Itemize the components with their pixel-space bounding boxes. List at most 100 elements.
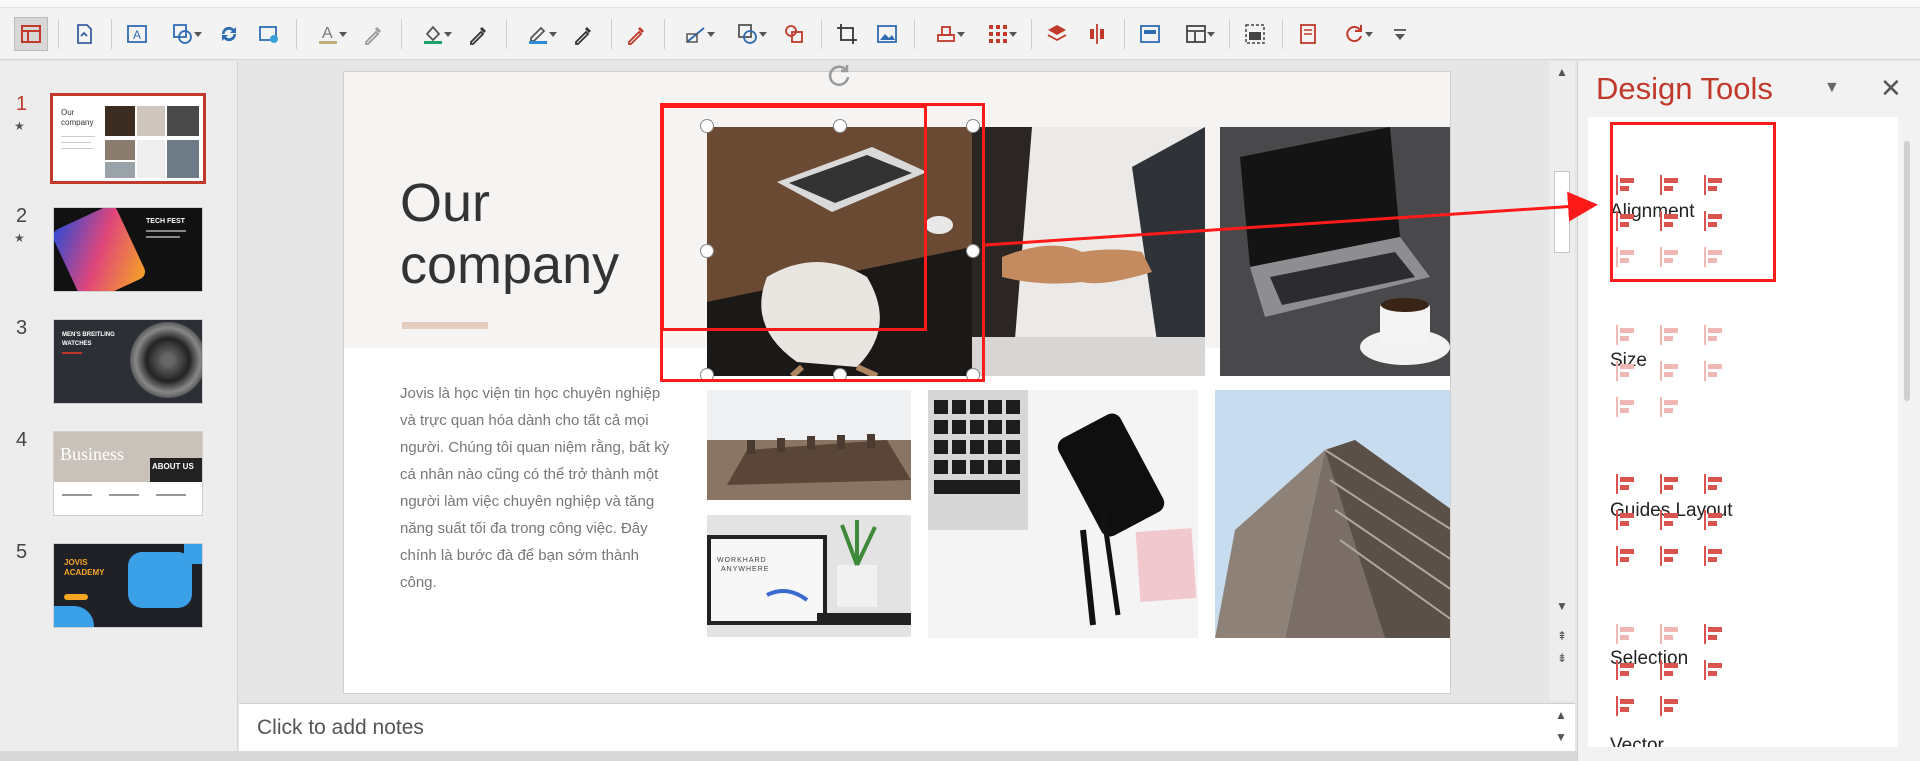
photo-laptop-coffee[interactable] [1220,127,1450,376]
next-slide-icon[interactable]: ⇟ [1555,651,1569,665]
slide-preview: TECH FEST [53,207,203,292]
picture-icon[interactable] [870,17,904,51]
slide-layout-icon[interactable] [1133,17,1167,51]
guide-fit-horizontal-icon[interactable] [1612,542,1640,570]
photo-conference-room[interactable] [707,390,911,500]
picture-red-frame [660,103,985,382]
slide-number: 3 [16,317,28,339]
layers-icon[interactable] [1040,17,1074,51]
select-grouped-icon[interactable] [1612,692,1640,720]
match-width-icon[interactable] [1612,357,1640,385]
pane-title: Design Tools [1596,71,1773,106]
shape-fill-icon[interactable] [725,17,771,51]
cursor-arrow-icon[interactable] [1700,656,1728,684]
notes-icon[interactable] [1291,17,1325,51]
guide-center-icon[interactable] [1656,470,1684,498]
match-height-icon[interactable] [1656,357,1684,385]
text-eyedropper-icon[interactable] [357,17,391,51]
slide-thumbnail-3[interactable]: 3 MEN'S BREITLING WATCHES [0,297,238,407]
guide-fit-all-icon[interactable] [1700,542,1728,570]
template-icon[interactable] [1173,17,1219,51]
select-similar-icon[interactable] [1656,620,1684,648]
select-behind-icon[interactable] [1612,656,1640,684]
preview-text: MEN'S BREITLING [62,332,115,338]
slide-thumbnail-5[interactable]: 5 JOVIS ACADEMY [0,521,238,631]
slide-title[interactable]: Our company [400,172,619,296]
outline-eyedropper-icon[interactable] [567,17,601,51]
toolbar-separator [1124,18,1125,49]
guide-down-icon[interactable] [1700,506,1728,534]
photo-building[interactable] [1215,390,1450,638]
title-strip [0,0,1920,8]
fit-height-icon[interactable] [1612,393,1640,421]
rotate-handle-icon[interactable] [826,62,854,90]
fill-eyedropper-icon[interactable] [462,17,496,51]
preview-text: WATCHES [62,341,92,347]
preview-text: Business [60,444,125,464]
notes-placeholder: Click to add notes [257,716,424,739]
notes-scroll-up-icon[interactable]: ▲ [1555,708,1567,722]
photo-laptop-plant[interactable]: WORKHARD ANYWHERE [707,515,911,637]
select-front-icon[interactable] [1656,656,1684,684]
preview-text: ACADEMY [64,568,105,577]
layout-icon[interactable] [14,16,48,51]
screenshot-icon[interactable] [1238,17,1272,51]
text-box-icon[interactable]: A [120,17,154,51]
slide-preview: MEN'S BREITLING WATCHES [53,319,203,404]
photo-keyboard-phone[interactable] [928,390,1198,638]
slide-thumbnail-2[interactable]: 2 ★ TECH FEST [0,185,238,295]
slide-preview: Our company [50,93,206,184]
select-same-icon[interactable] [1612,620,1640,648]
magic-wand-icon[interactable] [1700,620,1728,648]
select-overlap-icon[interactable] [1656,692,1684,720]
preview-text: Our [61,108,75,117]
guide-middle-icon[interactable] [1656,506,1684,534]
scroll-up-icon[interactable]: ▲ [1555,65,1569,79]
pane-scrollbar[interactable] [1904,141,1910,401]
title-line: Our [400,173,491,233]
export-icon[interactable] [67,17,101,51]
line-tool-icon[interactable] [673,17,719,51]
same-size-icon[interactable] [1700,321,1728,349]
color-picker-icon[interactable] [620,17,654,51]
photo-handshake[interactable] [972,127,1205,376]
outline-color-icon[interactable] [515,17,561,51]
distribute-icon[interactable] [1080,17,1114,51]
preview-text: JOVIS [64,558,88,567]
slide-vertical-scrollbar[interactable]: ▲ ▼ ⇞ ⇟ [1549,61,1575,701]
guide-left-icon[interactable] [1612,470,1640,498]
crop-icon[interactable] [830,17,864,51]
slide-body-text[interactable]: Jovis là học viện tin học chuyên nghiệp … [400,380,670,596]
preview-text: TECH FEST [146,218,185,225]
guide-fit-vertical-icon[interactable] [1656,542,1684,570]
guide-up-icon[interactable] [1612,506,1640,534]
scroll-down-icon[interactable]: ▼ [1555,599,1569,613]
toolbar-separator [611,18,612,49]
update-icon[interactable] [1331,17,1377,51]
alignment-highlight-box [1610,122,1776,282]
fit-width-icon[interactable] [1656,393,1684,421]
more-options-icon[interactable] [1383,17,1417,51]
pane-options-dropdown-icon[interactable]: ▼ [1824,79,1840,97]
same-width-icon[interactable] [1612,321,1640,349]
pane-close-icon[interactable]: ✕ [1880,73,1902,104]
swap-size-icon[interactable] [1700,357,1728,385]
previous-slide-icon[interactable]: ⇞ [1555,629,1569,643]
shape-combine-icon[interactable] [777,17,811,51]
same-height-icon[interactable] [1656,321,1684,349]
photo-conference-room-art [707,390,911,500]
font-color-icon[interactable]: A [305,17,351,51]
notes-area[interactable]: Click to add notes ▲ ▼ [239,703,1575,751]
shapes-icon[interactable] [160,17,206,51]
grid-icon[interactable] [975,17,1021,51]
stamp-icon[interactable] [923,17,969,51]
picture-swap-icon[interactable] [252,17,286,51]
toolbar-separator [111,18,112,49]
refresh-icon[interactable] [212,17,246,51]
slide-thumbnail-1[interactable]: 1 ★ Our company [0,73,238,184]
scroll-thumb[interactable] [1554,171,1570,253]
notes-scroll-down-icon[interactable]: ▼ [1555,730,1567,744]
slide-thumbnail-4[interactable]: 4 Business ABOUT US [0,409,238,519]
fill-color-icon[interactable] [410,17,456,51]
guide-right-icon[interactable] [1700,470,1728,498]
